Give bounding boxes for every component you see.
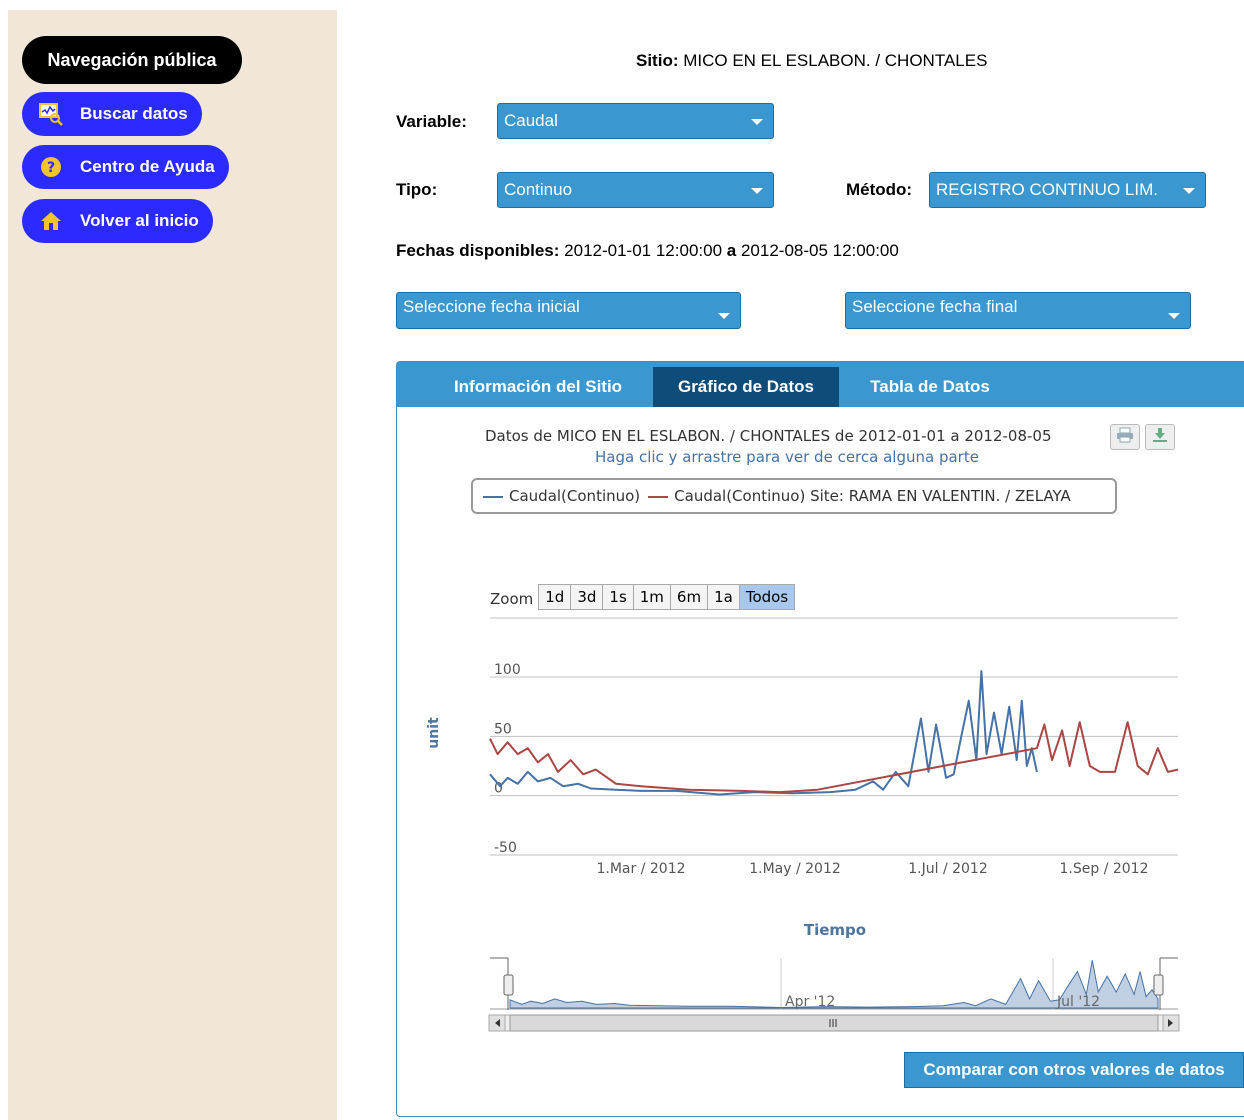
tab-bar: Información del Sitio Gráfico de Datos T… <box>397 362 1244 407</box>
fechas-line: Fechas disponibles: 2012-01-01 12:00:00 … <box>396 241 899 261</box>
chevron-down-icon <box>1183 188 1195 194</box>
zoom-selector: Zoom 1d 3d 1s 1m 6m 1a Todos <box>490 584 796 610</box>
buscar-datos-label: Buscar datos <box>80 104 188 123</box>
tipo-label: Tipo: <box>396 180 438 199</box>
zoom-label: Zoom <box>490 590 534 608</box>
variable-label: Variable: <box>396 112 467 131</box>
legend-item-series1[interactable]: Caudal(Continuo) <box>483 487 640 505</box>
variable-select[interactable]: Caudal <box>497 103 774 139</box>
tipo-select-value: Continuo <box>504 180 573 199</box>
fecha-inicial-select[interactable]: Seleccione fecha inicial <box>396 292 741 329</box>
legend-label: Caudal(Continuo) Site: RAMA EN VALENTIN.… <box>674 487 1071 505</box>
home-icon <box>38 208 64 234</box>
print-icon <box>1116 427 1134 448</box>
tab-informacion-sitio[interactable]: Información del Sitio <box>427 367 649 407</box>
legend-label: Caudal(Continuo) <box>509 487 641 505</box>
zoom-button[interactable]: 1s <box>602 584 634 610</box>
chevron-down-icon <box>718 312 730 319</box>
tipo-select[interactable]: Continuo <box>497 172 774 208</box>
zoom-button[interactable]: 1a <box>707 584 740 610</box>
chevron-down-icon <box>751 188 763 194</box>
chart-title: Datos de MICO EN EL ESLABON. / CHONTALES… <box>485 427 1052 445</box>
chevron-down-icon <box>751 119 763 125</box>
legend-swatch <box>648 495 669 498</box>
download-button[interactable] <box>1145 424 1175 450</box>
svg-text:?: ? <box>47 160 55 176</box>
tab-panel: Información del Sitio Gráfico de Datos T… <box>396 361 1244 1117</box>
help-icon: ? <box>38 154 64 180</box>
legend-item-series2[interactable]: Caudal(Continuo) Site: RAMA EN VALENTIN.… <box>648 487 1071 505</box>
site-label: Sitio: <box>636 51 679 70</box>
chevron-down-icon <box>1168 312 1180 319</box>
site-value: MICO EN EL ESLABON. / CHONTALES <box>683 51 988 70</box>
fechas-label: Fechas disponibles: <box>396 241 560 260</box>
fechas-start: 2012-01-01 12:00:00 <box>564 241 723 260</box>
variable-select-value: Caudal <box>504 111 558 130</box>
volver-inicio-label: Volver al inicio <box>80 211 199 230</box>
tab-tabla-datos[interactable]: Tabla de Datos <box>847 367 1013 407</box>
zoom-button[interactable]: 6m <box>669 584 709 610</box>
fecha-inicial-placeholder: Seleccione fecha inicial <box>403 297 580 316</box>
zoom-button-selected[interactable]: Todos <box>738 584 796 610</box>
comparar-button[interactable]: Comparar con otros valores de datos <box>904 1052 1244 1088</box>
zoom-button[interactable]: 1d <box>538 584 572 610</box>
centro-ayuda-label: Centro de Ayuda <box>80 157 215 176</box>
metodo-select[interactable]: REGISTRO CONTINUO LIM. <box>929 172 1206 208</box>
zoom-button[interactable]: 1m <box>632 584 671 610</box>
download-icon <box>1151 427 1169 448</box>
metodo-select-value: REGISTRO CONTINUO LIM. <box>936 180 1158 199</box>
fechas-sep: a <box>726 241 737 260</box>
volver-inicio-button[interactable]: Volver al inicio <box>22 199 213 243</box>
nav-title: Navegación pública <box>22 36 242 84</box>
site-line: Sitio: MICO EN EL ESLABON. / CHONTALES <box>636 51 987 71</box>
fecha-final-select[interactable]: Seleccione fecha final <box>845 292 1191 329</box>
chart-legend: Caudal(Continuo) Caudal(Continuo) Site: … <box>471 478 1117 514</box>
buscar-datos-button[interactable]: Buscar datos <box>22 92 202 136</box>
metodo-label: Método: <box>846 180 913 199</box>
print-button[interactable] <box>1110 424 1140 450</box>
fechas-end: 2012-08-05 12:00:00 <box>740 241 899 260</box>
fecha-final-placeholder: Seleccione fecha final <box>852 297 1018 316</box>
chart-subtitle: Haga clic y arrastre para ver de cerca a… <box>595 448 979 466</box>
zoom-button[interactable]: 3d <box>570 584 604 610</box>
legend-swatch <box>483 495 503 498</box>
chart-search-icon <box>38 101 64 127</box>
centro-ayuda-button[interactable]: ? Centro de Ayuda <box>22 145 229 189</box>
tab-grafico-datos[interactable]: Gráfico de Datos <box>653 367 839 407</box>
